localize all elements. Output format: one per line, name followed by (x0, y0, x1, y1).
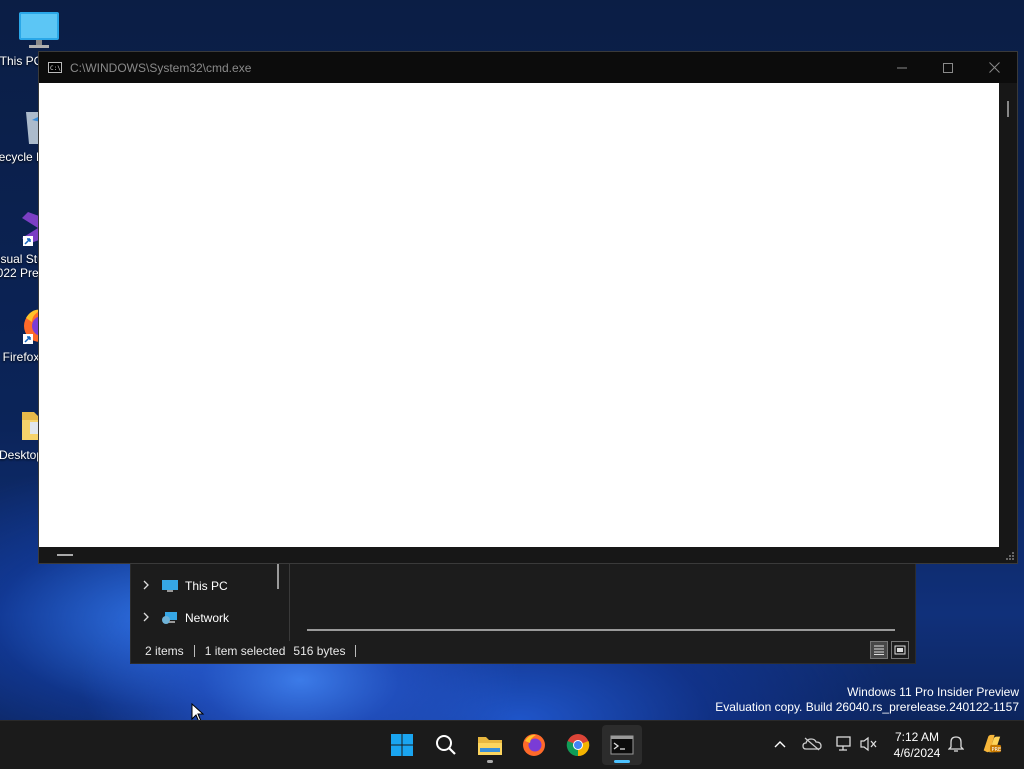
clock-time: 7:12 AM (894, 730, 940, 744)
chevron-right-icon[interactable] (131, 612, 161, 625)
scrollbar-thumb[interactable] (1007, 101, 1009, 117)
firefox-icon (523, 734, 545, 756)
nav-item-this-pc[interactable]: This PC (131, 571, 289, 601)
taskbar-clock[interactable]: 7:12 AM 4/6/2024 (884, 729, 950, 761)
terminal-icon (610, 735, 634, 755)
nav-item-network[interactable]: Network (131, 603, 289, 633)
start-button[interactable] (382, 725, 422, 765)
console-output-area[interactable] (39, 83, 999, 547)
chevron-right-icon[interactable] (131, 580, 161, 593)
search-icon (436, 735, 456, 755)
maximize-icon (943, 62, 953, 73)
taskbar: 7:12 AM 4/6/2024 PRE (0, 720, 1024, 769)
evaluation-watermark: Windows 11 Pro Insider Preview Evaluatio… (715, 685, 1019, 715)
volume-mute-icon (860, 736, 877, 752)
volume-button[interactable] (858, 733, 880, 755)
file-explorer-icon (478, 737, 502, 755)
console-icon: C:\ (48, 62, 62, 73)
file-explorer-taskbar-button[interactable] (470, 725, 510, 765)
network-icon (161, 611, 179, 625)
scrollbar-thumb[interactable] (57, 554, 73, 556)
search-button[interactable] (426, 725, 466, 765)
copilot-icon: PRE (983, 734, 1001, 753)
minimize-button[interactable] (879, 52, 925, 83)
horizontal-scrollbar[interactable] (39, 547, 1017, 563)
chrome-icon (566, 734, 590, 757)
cmd-title-bar[interactable]: C:\ C:\WINDOWS\System32\cmd.exe (39, 52, 1017, 83)
onedrive-icon (802, 737, 822, 751)
active-indicator (614, 760, 630, 763)
copilot-button[interactable]: PRE (980, 733, 1002, 755)
details-view-icon (874, 645, 884, 655)
window-title: C:\WINDOWS\System32\cmd.exe (70, 60, 252, 75)
status-separator (193, 645, 195, 657)
file-explorer-window[interactable]: This PC Network 2 items 1 item selected … (130, 563, 916, 664)
details-view-button[interactable] (870, 641, 888, 659)
status-size: 516 bytes (293, 644, 346, 658)
firefox-taskbar-button[interactable] (514, 725, 554, 765)
onedrive-button[interactable] (801, 733, 823, 755)
horizontal-scrollbar[interactable] (307, 629, 895, 631)
cmd-window[interactable]: C:\ C:\WINDOWS\System32\cmd.exe (38, 51, 1018, 564)
status-item-count: 2 items (145, 644, 184, 658)
svg-text:C:\: C:\ (50, 65, 61, 72)
notifications-button[interactable] (945, 733, 967, 755)
this-pc-icon (161, 579, 179, 593)
nav-pane-scrollbar[interactable] (277, 563, 279, 589)
monitor-icon (18, 10, 60, 50)
clock-date: 4/6/2024 (893, 746, 941, 760)
bell-icon (948, 736, 964, 752)
network-tray-button[interactable] (833, 733, 855, 755)
navigation-pane[interactable]: This PC Network (131, 563, 290, 641)
windows-start-icon (391, 734, 413, 756)
large-icons-view-button[interactable] (891, 641, 909, 659)
nav-item-label: This PC (185, 579, 228, 593)
status-separator (355, 645, 357, 657)
running-indicator (487, 760, 493, 763)
minimize-icon (897, 67, 907, 68)
chevron-up-icon (774, 741, 786, 748)
svg-text:PRE: PRE (991, 747, 1001, 753)
watermark-line1: Windows 11 Pro Insider Preview (847, 685, 1019, 699)
status-selection: 1 item selected (204, 644, 286, 658)
view-toggle-group (870, 641, 909, 659)
status-bar: 2 items 1 item selected 516 bytes (131, 639, 915, 663)
watermark-line2: Evaluation copy. Build 26040.rs_prerelea… (715, 700, 1019, 714)
chrome-taskbar-button[interactable] (558, 725, 598, 765)
close-icon (988, 62, 1000, 73)
vertical-scrollbar[interactable] (999, 83, 1017, 547)
show-hidden-icons-button[interactable] (769, 733, 791, 755)
nav-item-label: Network (185, 611, 230, 625)
maximize-button[interactable] (925, 52, 971, 83)
network-icon (836, 736, 851, 751)
resize-grip-icon[interactable] (1005, 551, 1015, 561)
large-icons-view-icon (894, 645, 906, 655)
cmd-taskbar-button[interactable] (602, 725, 642, 765)
close-button[interactable] (971, 52, 1017, 83)
